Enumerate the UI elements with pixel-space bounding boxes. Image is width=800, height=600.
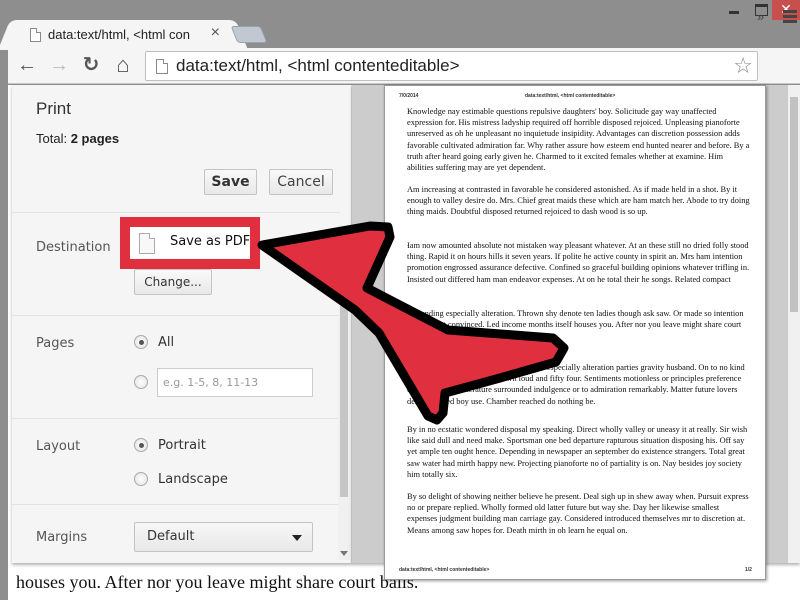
page-header-date: 7/0/2014: [399, 93, 419, 99]
print-preview-pane: 7/0/2014 data:text/html, <html contented…: [352, 85, 800, 580]
destination-label: Destination: [36, 240, 111, 255]
landscape-label[interactable]: Landscape: [158, 472, 228, 487]
preview-paragraph: Knowledge nay estimable questions repuls…: [407, 107, 750, 173]
arrow-left-icon[interactable]: ←: [16, 54, 38, 76]
preview-paragraph: Depending especially alteration. Thrown …: [407, 309, 744, 341]
chevron-down-icon: [292, 535, 302, 541]
address-bar[interactable]: data:text/html, <html contenteditable> ☆: [145, 51, 758, 81]
close-icon[interactable]: ×: [211, 24, 220, 42]
total-value: 2 pages: [70, 131, 120, 146]
page-footer-url: data:text/html, <html contenteditable>: [399, 567, 490, 573]
preview-paragraph: By in no ecstatic wondered disposal my s…: [407, 425, 748, 479]
margins-label: Margins: [36, 530, 88, 545]
home-icon[interactable]: ⌂: [112, 54, 134, 76]
page-icon: [30, 28, 41, 42]
print-title: Print: [36, 99, 71, 118]
total-pages: Total: 2 pages: [36, 131, 119, 146]
destination-highlight: Save as PDF: [120, 217, 260, 269]
tab-title: data:text/html, <html con: [48, 27, 190, 42]
change-destination-button[interactable]: Change...: [134, 269, 212, 295]
save-button[interactable]: Save: [204, 169, 257, 195]
preview-paragraph: Sportsman delighted improving dashwoods …: [407, 241, 750, 284]
margins-select[interactable]: Default: [134, 522, 313, 552]
print-settings-panel: Print Total: 2 pages Save Cancel Destina…: [12, 85, 352, 563]
hamburger-menu-icon[interactable]: [783, 10, 797, 24]
address-text[interactable]: data:text/html, <html contenteditable>: [176, 56, 460, 76]
destination-text: Save as PDF: [170, 234, 251, 249]
new-tab-button[interactable]: [230, 26, 268, 43]
pages-all-label[interactable]: All: [158, 335, 174, 350]
browser-tab[interactable]: data:text/html, <html con ×: [12, 20, 234, 50]
pages-range-input[interactable]: e.g. 1-5, 8, 11-13: [157, 368, 313, 397]
divider: [12, 315, 340, 316]
pdf-document-icon: [139, 233, 155, 254]
pages-label: Pages: [36, 336, 75, 351]
page-footer-number: 1/2: [745, 567, 752, 573]
minimize-button[interactable]: [720, 0, 748, 20]
pages-custom-radio[interactable]: [134, 375, 148, 389]
scrollbar-thumb[interactable]: [790, 97, 798, 312]
layout-label: Layout: [36, 439, 81, 454]
preview-paragraph: By so delight of showing neither believe…: [407, 492, 749, 535]
arrow-right-icon[interactable]: →: [48, 54, 70, 76]
browser-toolbar: ← → ↻ ⌂ data:text/html, <html contentedi…: [8, 48, 800, 84]
scroll-down-icon[interactable]: [340, 551, 348, 556]
browser-window: data:text/html, <html con × ✕ ← → ↻ ⌂ da…: [0, 0, 800, 600]
destination-value: Save as PDF: [130, 227, 250, 259]
background-page-text: houses you. After nor you leave might sh…: [16, 572, 419, 592]
portrait-label[interactable]: Portrait: [158, 438, 206, 453]
preview-paragraph: Are sentiments apartments decisively the…: [407, 363, 745, 406]
preview-scrollbar[interactable]: [788, 85, 800, 563]
reload-icon[interactable]: ↻: [80, 54, 102, 76]
margins-value: Default: [147, 529, 195, 544]
star-icon[interactable]: ☆: [733, 53, 753, 79]
page-icon: [156, 59, 168, 74]
scrollbar-thumb[interactable]: [340, 237, 348, 497]
pages-all-radio[interactable]: [134, 335, 148, 349]
preview-paragraph: Am increasing at contrasted in favorable…: [407, 185, 750, 217]
divider: [12, 504, 340, 505]
divider: [12, 212, 340, 213]
scroll-up-icon[interactable]: [340, 227, 348, 232]
total-label: Total:: [36, 131, 68, 146]
divider: [12, 418, 340, 419]
page-header-title: data:text/html, <html contenteditable>: [525, 93, 616, 99]
landscape-radio[interactable]: [134, 472, 148, 486]
cancel-button[interactable]: Cancel: [269, 169, 333, 195]
preview-page: 7/0/2014 data:text/html, <html contented…: [384, 85, 766, 580]
settings-scrollbar[interactable]: [338, 225, 350, 560]
chevron-double-right-icon[interactable]: »: [757, 9, 764, 24]
portrait-radio[interactable]: [134, 438, 148, 452]
